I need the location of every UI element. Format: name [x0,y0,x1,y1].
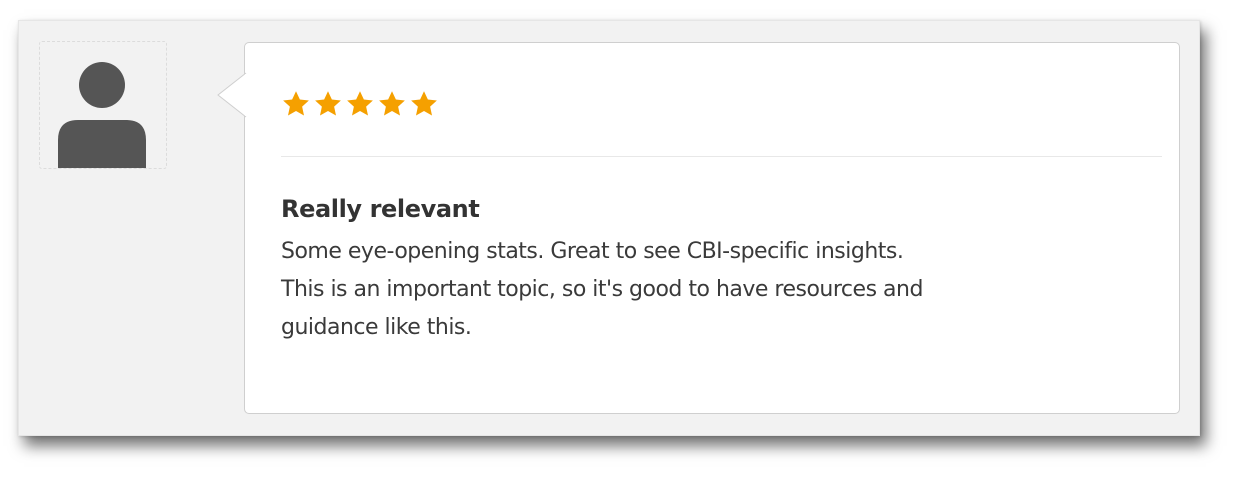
review-body: Some eye-opening stats. Great to see CBI… [281,239,923,340]
review-title: Really relevant [281,195,480,223]
star-icon [377,89,407,119]
star-icon [345,89,375,119]
avatar [39,41,167,169]
page: Really relevant Some eye-opening stats. … [0,0,1239,484]
bubble-pointer [217,72,248,118]
review-bubble: Really relevant Some eye-opening stats. … [217,42,1180,414]
star-rating [281,89,439,119]
star-icon [313,89,343,119]
star-icon [281,89,311,119]
user-silhouette-icon [58,62,146,168]
divider [281,156,1162,157]
star-icon [409,89,439,119]
review-card: Really relevant Some eye-opening stats. … [18,20,1200,436]
